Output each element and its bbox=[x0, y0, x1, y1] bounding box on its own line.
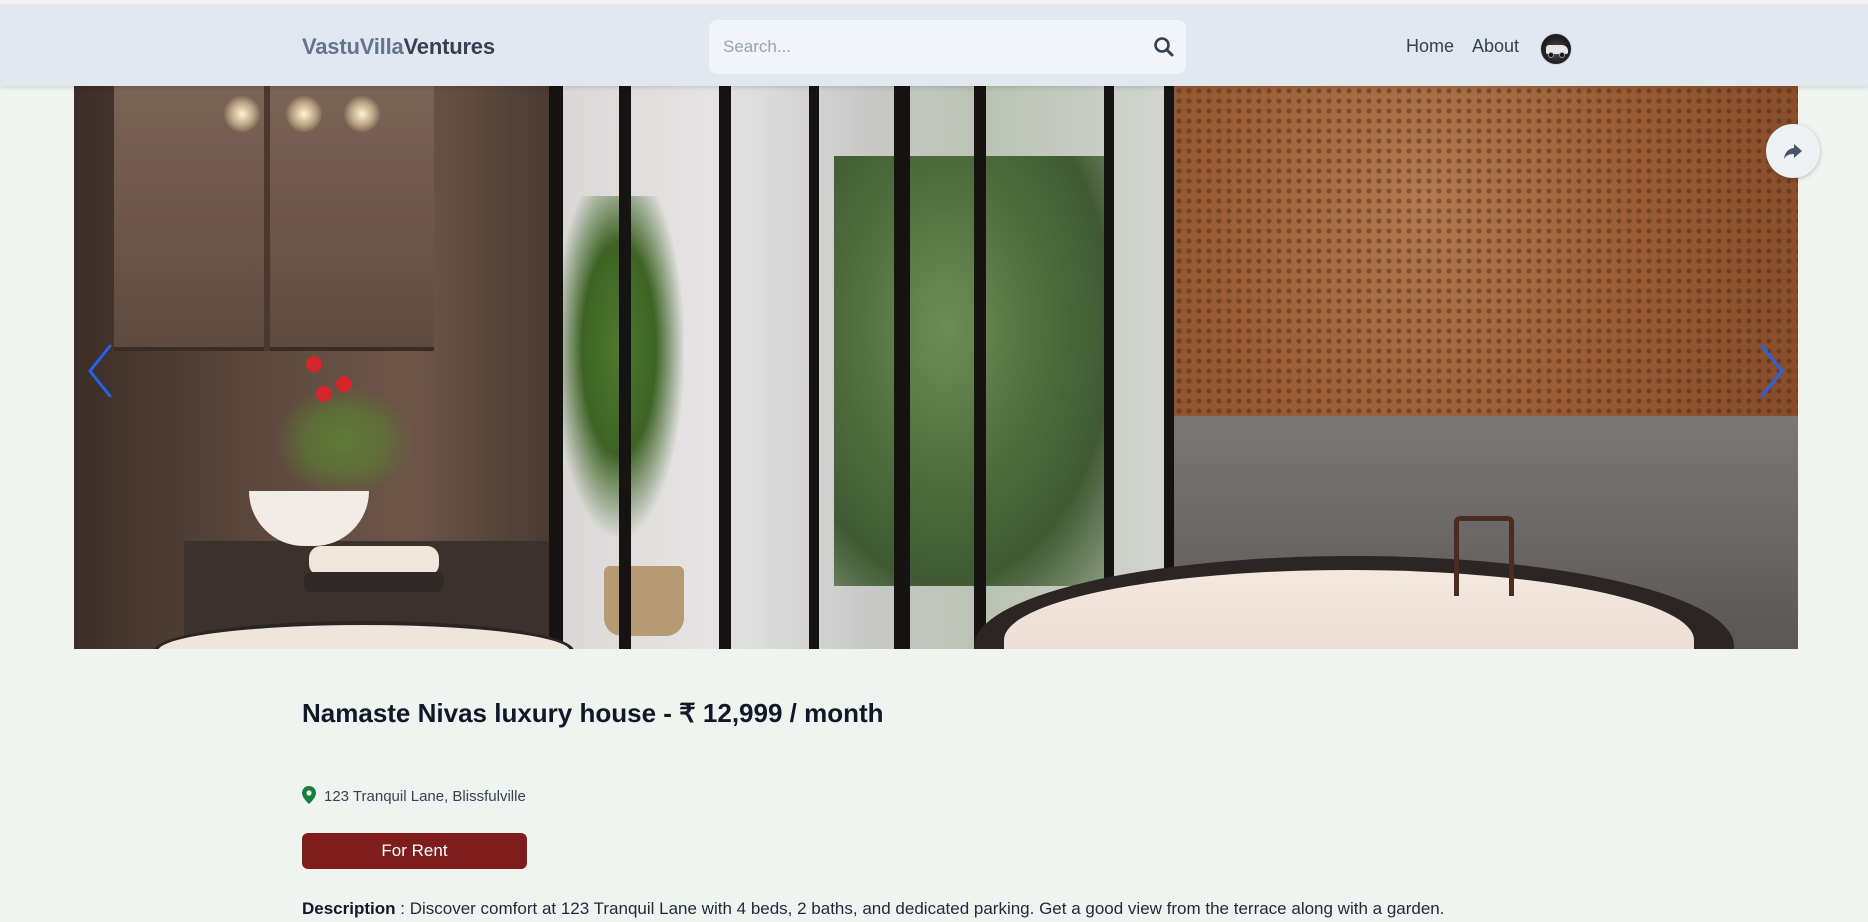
image-door-frame bbox=[1104, 86, 1114, 649]
image-light bbox=[224, 96, 260, 132]
listing-status-badge[interactable]: For Rent bbox=[302, 833, 527, 869]
image-door-frame bbox=[719, 86, 731, 649]
listing-address: 123 Tranquil Lane, Blissfulville bbox=[302, 786, 526, 808]
image-flower bbox=[316, 386, 332, 402]
description-separator: : bbox=[395, 899, 410, 918]
search-icon[interactable] bbox=[1152, 35, 1176, 59]
site-logo[interactable]: VastuVillaVentures bbox=[302, 34, 495, 60]
map-pin-icon bbox=[302, 786, 316, 808]
image-door-frame bbox=[619, 86, 631, 649]
image-pot bbox=[604, 566, 684, 636]
share-button[interactable] bbox=[1766, 124, 1820, 178]
image-cabinet bbox=[114, 86, 434, 351]
navbar: VastuVillaVentures Home About bbox=[0, 4, 1868, 86]
image-light bbox=[286, 96, 322, 132]
image-plant-left bbox=[274, 386, 414, 496]
share-icon bbox=[1784, 144, 1802, 159]
image-door-frame bbox=[894, 86, 910, 649]
search-input[interactable] bbox=[723, 20, 1123, 74]
carousel-prev-button[interactable] bbox=[80, 336, 120, 406]
listing-description: Description : Discover comfort at 123 Tr… bbox=[302, 899, 1444, 919]
image-towel bbox=[304, 572, 444, 592]
logo-part-2: Ventures bbox=[403, 34, 496, 59]
carousel-next-button[interactable] bbox=[1752, 336, 1792, 406]
avatar-wheel bbox=[1559, 52, 1565, 58]
avatar-wheel bbox=[1548, 52, 1554, 58]
description-text: Discover comfort at 123 Tranquil Lane wi… bbox=[409, 899, 1445, 918]
user-avatar[interactable] bbox=[1540, 33, 1572, 65]
nav-link-about[interactable]: About bbox=[1472, 36, 1519, 57]
image-flower bbox=[336, 376, 352, 392]
property-image-carousel bbox=[74, 86, 1798, 649]
image-flower bbox=[306, 356, 322, 372]
search-box bbox=[709, 20, 1186, 74]
image-light bbox=[344, 96, 380, 132]
nav-link-home[interactable]: Home bbox=[1406, 36, 1454, 57]
listing-title: Namaste Nivas luxury house - ₹ 12,999 / … bbox=[302, 698, 884, 728]
image-door-frame bbox=[809, 86, 819, 649]
image-door-frame bbox=[974, 86, 986, 649]
image-door-frame bbox=[549, 86, 563, 649]
chevron-left-icon bbox=[88, 344, 112, 398]
address-text: 123 Tranquil Lane, Blissfulville bbox=[324, 788, 526, 805]
image-tub-faucet bbox=[1454, 516, 1514, 596]
chevron-right-icon bbox=[1760, 344, 1784, 398]
description-label: Description bbox=[302, 899, 396, 918]
logo-part-1: VastuVilla bbox=[302, 34, 404, 59]
